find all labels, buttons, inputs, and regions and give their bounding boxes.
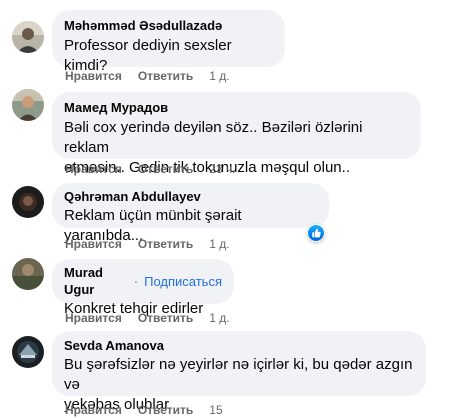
- reply-button[interactable]: Ответить: [138, 237, 193, 251]
- comment-actions: Нравится Ответить 1 д.: [65, 236, 230, 252]
- comment-bubble: Məhəmməd Əsədullazadə Professor dediyin …: [52, 10, 285, 74]
- like-button[interactable]: Нравится: [65, 162, 122, 176]
- comment-text-line: Bəli cox yerində deyilən söz.. Bəziləri …: [64, 119, 363, 156]
- comment-actions: Нравится Ответить 1 д.: [65, 68, 230, 84]
- comment-bubble: Мамед Мурадов Bəli cox yerində deyilən s…: [52, 92, 421, 176]
- comment-author[interactable]: Мамед Мурадов: [64, 99, 409, 116]
- comment-timestamp[interactable]: 23 ч.: [209, 162, 235, 176]
- comment-author: Murad Ugur · Подписаться: [64, 264, 222, 298]
- comment-text-line: Bu şərəfsizlər nə yeyirlər nə içirlər ki…: [64, 356, 413, 393]
- reaction-badge[interactable]: [307, 224, 325, 242]
- reply-button[interactable]: Ответить: [138, 403, 193, 417]
- avatar[interactable]: [12, 89, 44, 121]
- like-icon: [308, 225, 324, 241]
- comment-actions: Нравится Ответить 1 д.: [65, 310, 230, 326]
- comment-timestamp[interactable]: 1 д.: [209, 237, 229, 251]
- comment-bubble: Qəhrəman Abdullayev Reklam üçün münbit ş…: [52, 183, 329, 244]
- comment-author[interactable]: Qəhrəman Abdullayev: [64, 188, 317, 205]
- reply-button[interactable]: Ответить: [138, 69, 193, 83]
- avatar[interactable]: [12, 21, 44, 53]
- avatar[interactable]: [12, 186, 44, 218]
- comment-actions: Нравится Ответить 23 ч.: [65, 161, 236, 177]
- like-button[interactable]: Нравится: [65, 403, 122, 417]
- follow-link[interactable]: Подписаться: [144, 273, 222, 290]
- comment-bubble: Sevda Amanova Bu şərəfsizlər nə yeyirlər…: [52, 331, 426, 413]
- avatar[interactable]: [12, 258, 44, 290]
- comment-timestamp[interactable]: 1 д.: [209, 311, 229, 325]
- comment-actions: Нравится Ответить 15: [65, 402, 223, 418]
- reply-button[interactable]: Ответить: [138, 311, 193, 325]
- comment-timestamp[interactable]: 15: [209, 403, 222, 417]
- comment-timestamp[interactable]: 1 д.: [209, 69, 229, 83]
- comment-author-name[interactable]: Murad Ugur: [64, 264, 130, 298]
- reply-button[interactable]: Ответить: [138, 162, 193, 176]
- like-button[interactable]: Нравится: [65, 69, 122, 83]
- separator-dot: ·: [133, 273, 139, 289]
- comment-author[interactable]: Sevda Amanova: [64, 337, 414, 354]
- like-button[interactable]: Нравится: [65, 311, 122, 325]
- comment-author[interactable]: Məhəmməd Əsədullazadə: [64, 17, 273, 34]
- avatar[interactable]: [12, 336, 44, 368]
- like-button[interactable]: Нравится: [65, 237, 122, 251]
- comment-bubble: Murad Ugur · Подписаться Konkret tehqir …: [52, 259, 234, 317]
